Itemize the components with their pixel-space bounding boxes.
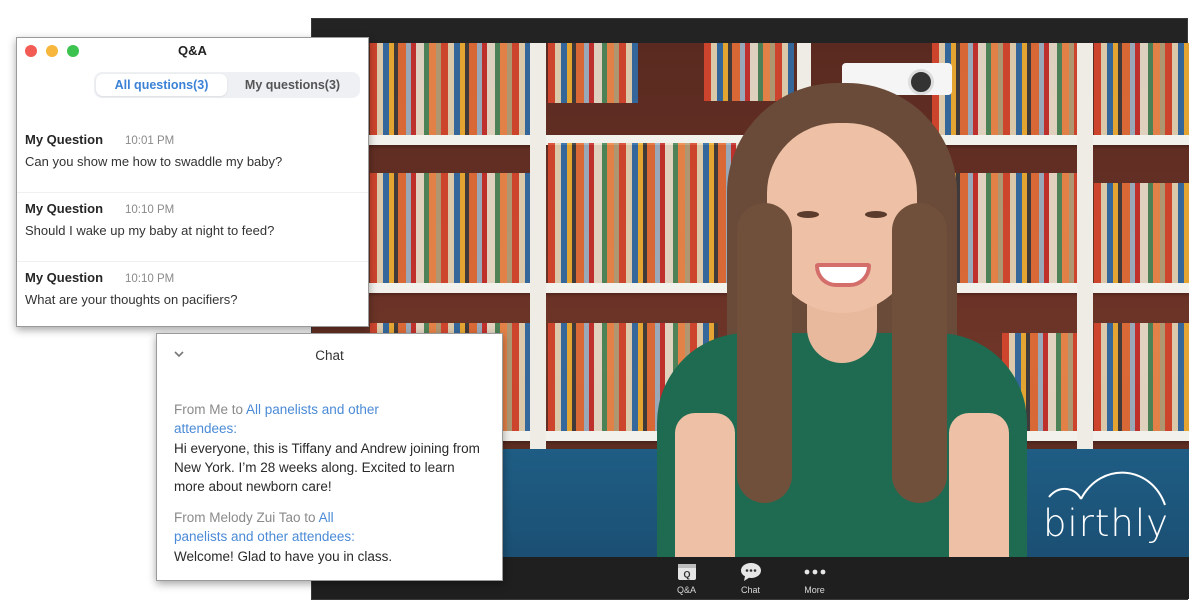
presenter-arm xyxy=(949,413,1009,559)
question-author: My Question xyxy=(25,201,104,216)
question-time: 10:01 PM xyxy=(125,135,175,147)
presenter-smile xyxy=(815,263,871,287)
books xyxy=(370,43,530,135)
more-dots-icon xyxy=(804,561,826,583)
chat-title: Chat xyxy=(315,348,344,363)
question-author: My Question xyxy=(25,132,104,147)
qa-window: Q&A All questions(3) My questions(3) My … xyxy=(16,37,369,327)
chat-message: From Me to All panelists and other atten… xyxy=(174,400,488,496)
chat-sender-prefix: From Melody Zui Tao to xyxy=(174,510,319,525)
chat-message-sender: From Me to All panelists and other atten… xyxy=(174,400,379,438)
tab-my-questions[interactable]: My questions(3) xyxy=(227,74,358,96)
qa-tab-switcher: All questions(3) My questions(3) xyxy=(94,72,360,98)
presenter-hair-strand xyxy=(737,203,792,503)
chat-sender-prefix: From Me to xyxy=(174,402,247,417)
toolbar-chat-button[interactable]: Chat xyxy=(733,561,769,599)
question-item[interactable]: My Question 10:01 PM Can you show me how… xyxy=(17,124,368,193)
qa-titlebar[interactable]: Q&A xyxy=(17,38,368,64)
toolbar-more-label: More xyxy=(804,585,825,595)
brand-logo: birthly xyxy=(1041,465,1171,545)
question-text: Can you show me how to swaddle my baby? xyxy=(25,154,283,169)
chat-message-sender: From Melody Zui Tao to All panelists and… xyxy=(174,508,379,546)
question-text: Should I wake up my baby at night to fee… xyxy=(25,223,275,238)
question-author: My Question xyxy=(25,270,104,285)
question-time: 10:10 PM xyxy=(125,204,175,216)
chat-messages: From Me to All panelists and other atten… xyxy=(157,374,502,566)
presenter-hair-strand xyxy=(892,203,947,503)
books xyxy=(1094,43,1189,135)
qa-question-list: My Question 10:01 PM Can you show me how… xyxy=(17,124,368,331)
books xyxy=(1094,183,1189,283)
qa-title: Q&A xyxy=(178,43,207,58)
chat-message-text: Hi everyone, this is Tiffany and Andrew … xyxy=(174,441,480,494)
toolbar-more-button[interactable]: More xyxy=(797,561,833,599)
tab-all-questions[interactable]: All questions(3) xyxy=(96,74,227,96)
question-text: What are your thoughts on pacifiers? xyxy=(25,292,238,307)
toolbar-qa-label: Q&A xyxy=(676,585,696,595)
presenter-eye xyxy=(797,211,819,218)
chat-window: Chat From Me to All panelists and other … xyxy=(156,333,503,581)
toolbar-chat-label: Chat xyxy=(740,585,760,595)
toolbar-qa-button[interactable]: Q Q&A xyxy=(669,561,705,599)
books xyxy=(548,43,638,103)
chat-bubble-icon xyxy=(740,561,762,583)
question-item[interactable]: My Question 10:10 PM Should I wake up my… xyxy=(17,193,368,262)
books xyxy=(370,173,530,283)
question-item[interactable]: My Question 10:10 PM What are your thoug… xyxy=(17,262,368,331)
brand-name: birthly xyxy=(1042,502,1170,545)
presenter-arm xyxy=(675,413,735,559)
books xyxy=(1094,323,1189,431)
qa-icon: Q xyxy=(677,561,697,583)
chat-message-text: Welcome! Glad to have you in class. xyxy=(174,549,393,564)
svg-text:Q: Q xyxy=(683,570,690,580)
chat-header: Chat xyxy=(157,334,502,374)
presenter-eye xyxy=(865,211,887,218)
presenter xyxy=(657,83,1027,559)
chat-message: From Melody Zui Tao to All panelists and… xyxy=(174,508,488,566)
question-time: 10:10 PM xyxy=(125,273,175,285)
